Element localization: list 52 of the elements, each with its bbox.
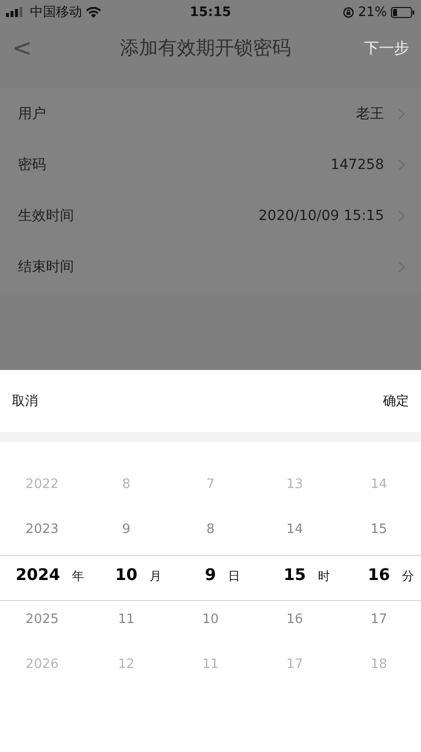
- picker-option[interactable]: 2026: [26, 657, 59, 672]
- back-button[interactable]: <: [12, 34, 52, 62]
- picker-option[interactable]: 2025: [26, 612, 59, 627]
- unit-label: 月: [149, 568, 162, 582]
- picker-option[interactable]: 2023: [26, 522, 59, 537]
- picker-option[interactable]: 13: [286, 477, 303, 492]
- picker-option[interactable]: 2024: [16, 565, 60, 584]
- wifi-icon: [86, 6, 101, 18]
- battery-icon: [390, 6, 415, 18]
- form-row[interactable]: 生效时间 2020/10/09 15:15: [0, 190, 421, 241]
- picker-option[interactable]: 15: [284, 565, 306, 584]
- row-value: 147258: [330, 156, 384, 172]
- status-time: 15:15: [190, 4, 232, 20]
- picker-option[interactable]: 11: [118, 612, 135, 627]
- unit-label: 时: [318, 568, 330, 582]
- picker-option[interactable]: 8: [206, 522, 215, 537]
- picker-option[interactable]: 10: [202, 612, 219, 627]
- unit-label: 日: [228, 568, 240, 582]
- picker-option[interactable]: 11: [202, 657, 219, 672]
- row-label: 结束时间: [18, 258, 75, 276]
- rotation-lock-icon: [343, 6, 354, 18]
- picker-option[interactable]: 10: [115, 565, 138, 584]
- picker-option[interactable]: 9: [204, 565, 216, 584]
- row-value: 2020/10/09 15:15: [258, 208, 384, 224]
- picker-option[interactable]: 15: [370, 522, 388, 537]
- row-label: 用户: [18, 104, 47, 122]
- picker-option[interactable]: 9: [122, 522, 130, 537]
- picker-option[interactable]: 18: [370, 657, 388, 672]
- picker-option[interactable]: 7: [206, 477, 215, 492]
- confirm-button[interactable]: 确定: [383, 392, 409, 410]
- picker-option[interactable]: 17: [370, 612, 388, 627]
- picker-option[interactable]: 14: [286, 522, 303, 537]
- picker-option[interactable]: 16: [368, 565, 390, 584]
- picker-option[interactable]: 12: [118, 657, 135, 672]
- form-row[interactable]: 结束时间: [0, 241, 421, 292]
- row-label: 密码: [18, 156, 47, 174]
- form-row[interactable]: 用户 老王: [0, 88, 421, 139]
- unit-label: 分: [402, 568, 414, 582]
- picker-option[interactable]: 17: [286, 657, 303, 672]
- picker-option[interactable]: 14: [370, 477, 388, 492]
- next-button[interactable]: 下一步: [359, 38, 409, 58]
- picker-option[interactable]: 8: [122, 477, 130, 492]
- page-title: 添加有效期开锁密码: [120, 36, 291, 61]
- form-row[interactable]: 密码 147258: [0, 139, 421, 190]
- carrier-name: 中国移动: [30, 4, 82, 21]
- cancel-button[interactable]: 取消: [12, 392, 38, 410]
- row-value: 老王: [356, 104, 384, 122]
- row-label: 生效时间: [18, 206, 75, 224]
- unit-label: 年: [72, 568, 84, 582]
- picker-option[interactable]: 2022: [26, 477, 59, 492]
- picker-option[interactable]: 16: [286, 612, 303, 627]
- battery-percent: 21%: [358, 4, 387, 20]
